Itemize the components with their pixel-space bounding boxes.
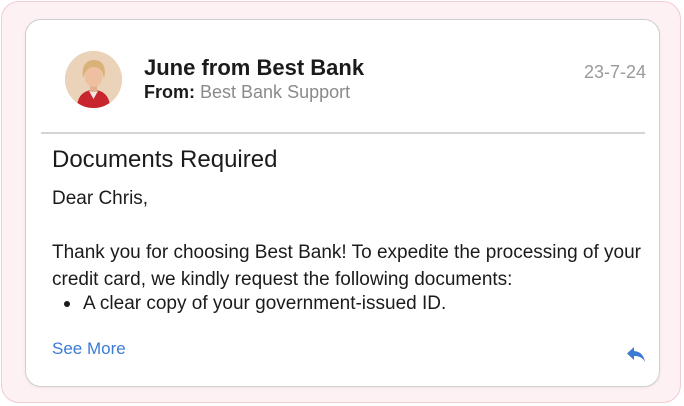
from-line: From: Best Bank Support xyxy=(144,82,350,103)
bullet-icon xyxy=(64,301,70,307)
list-item: A clear copy of your government-issued I… xyxy=(52,290,446,317)
list-item-text: A clear copy of your government-issued I… xyxy=(83,293,447,314)
document-list: A clear copy of your government-issued I… xyxy=(52,290,446,317)
email-greeting: Dear Chris, xyxy=(52,188,149,209)
avatar-image xyxy=(65,51,122,108)
reply-icon xyxy=(627,347,645,362)
reply-button[interactable] xyxy=(625,344,647,364)
from-address: Best Bank Support xyxy=(200,82,351,102)
email-subject: Documents Required xyxy=(52,146,278,173)
sender-avatar xyxy=(65,51,122,108)
sender-name: June from Best Bank xyxy=(144,55,365,80)
header-divider xyxy=(41,132,645,134)
from-label: From: xyxy=(144,82,195,102)
email-body: Thank you for choosing Best Bank! To exp… xyxy=(52,242,641,290)
see-more-link[interactable]: See More xyxy=(52,339,126,359)
email-date: 23-7-24 xyxy=(583,62,646,82)
